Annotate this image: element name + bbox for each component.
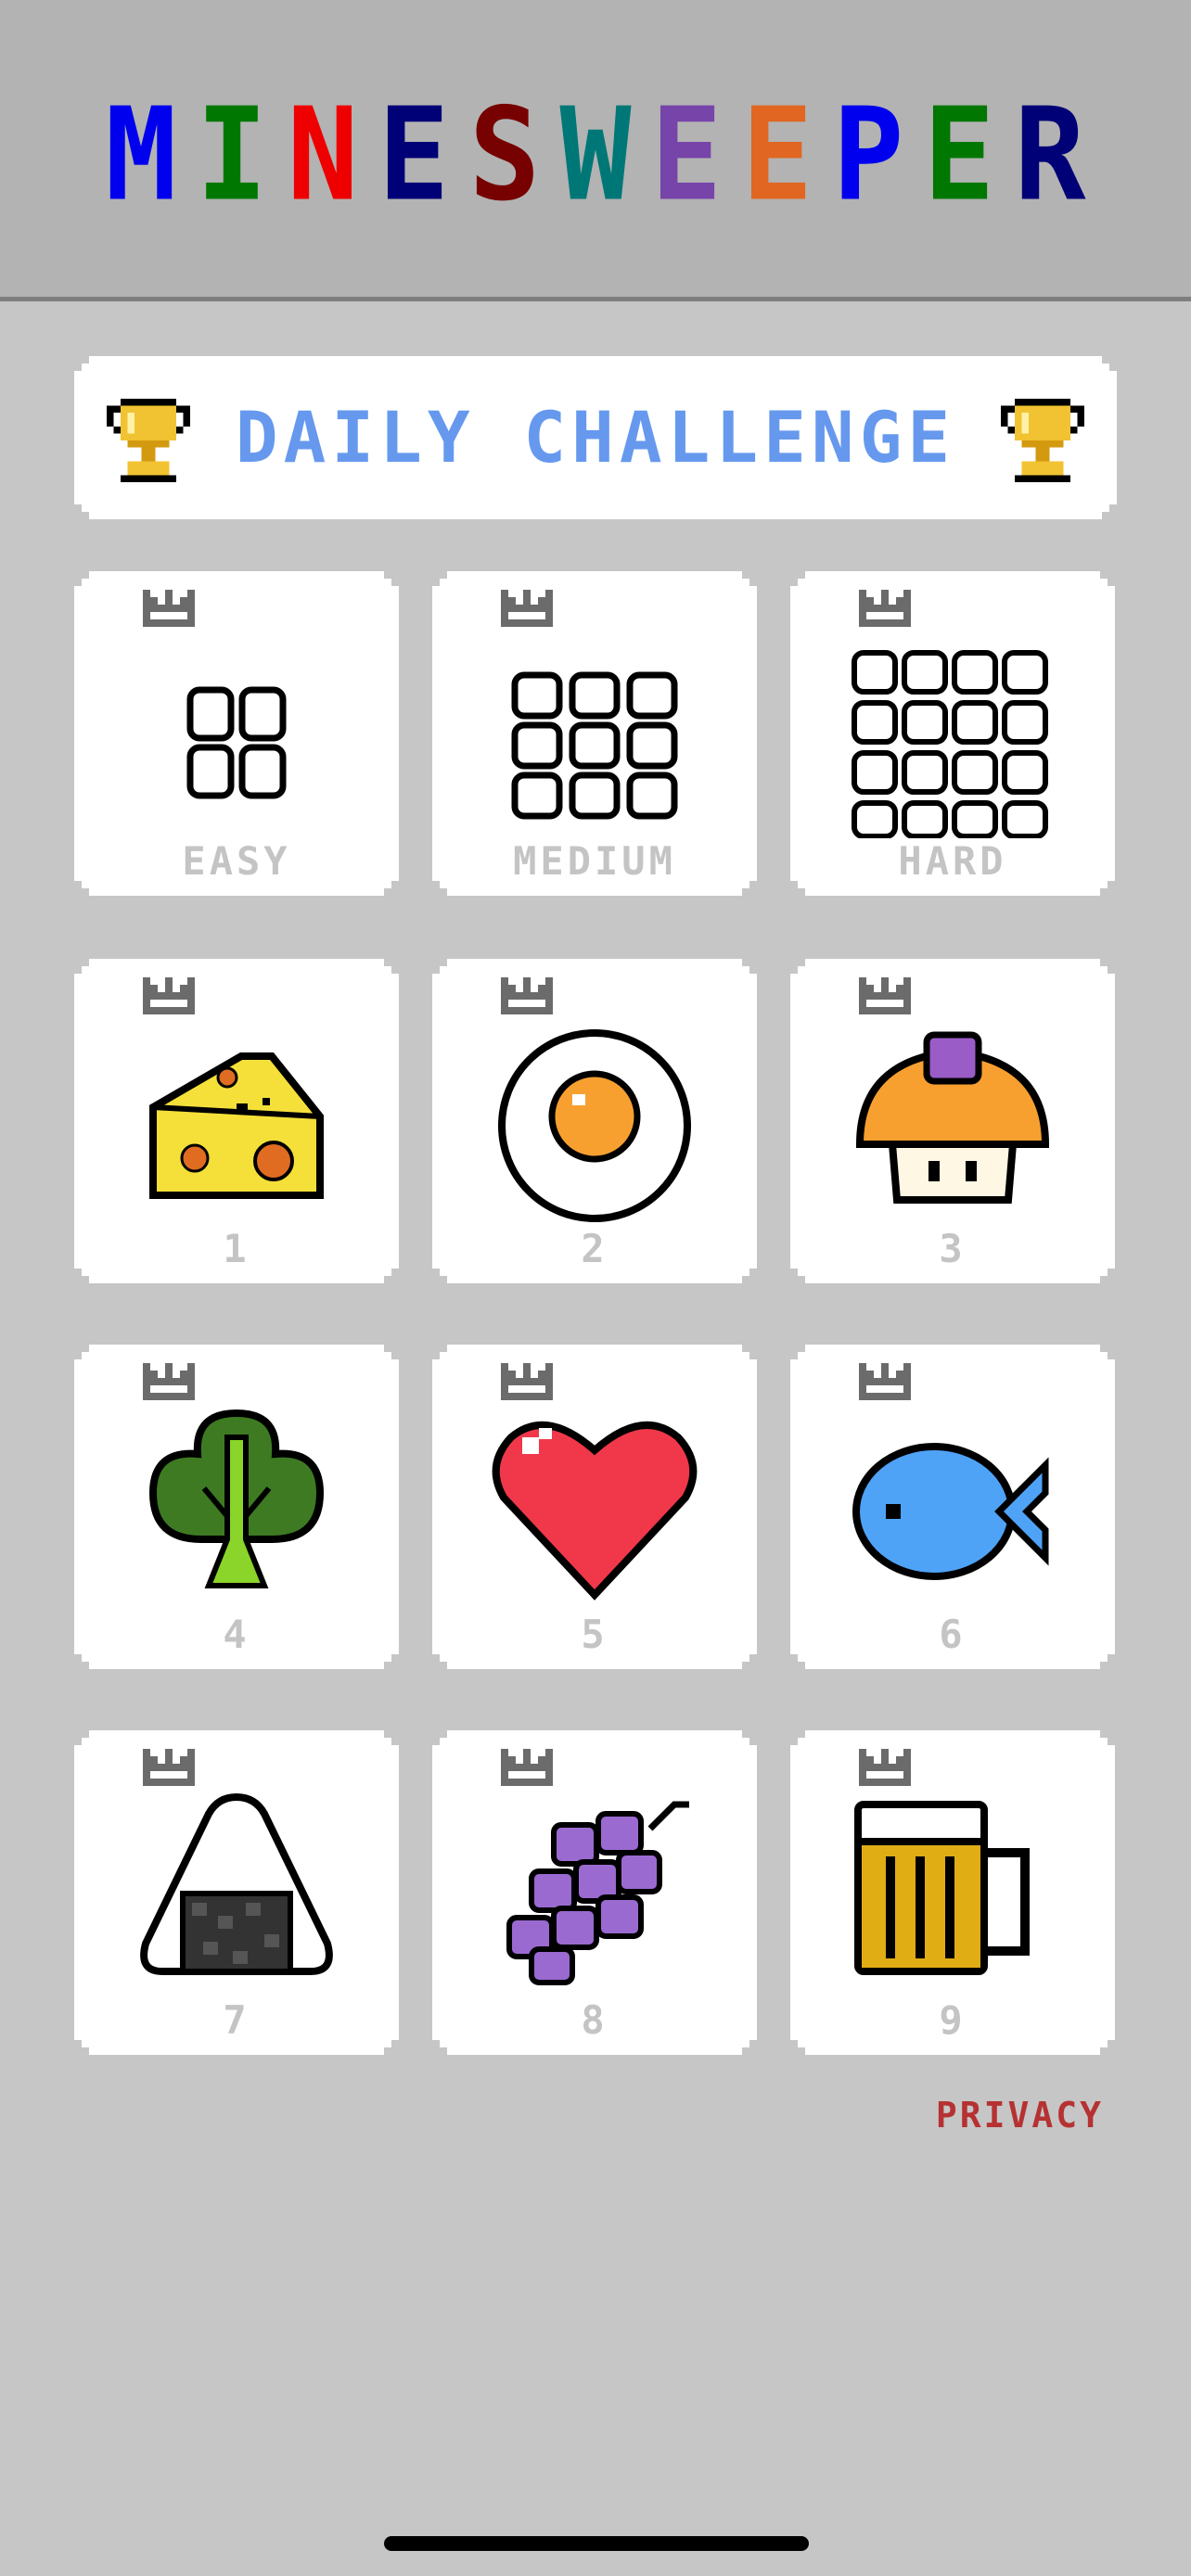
crown-icon [143,588,195,629]
beer-mug-icon [841,1786,1064,1997]
app-screen: M I N E S W E E P E R DAILY CHALLENGE EA… [0,0,1191,2576]
crown-icon [501,976,553,1016]
daily-challenge-button[interactable]: DAILY CHALLENGE [74,356,1117,519]
title-letter: E [923,81,995,230]
hard-mode-card[interactable]: HARD [790,571,1115,896]
title-letter: M [105,81,177,230]
level-card-7[interactable]: 7 [74,1730,399,2055]
crown-icon [859,1361,911,1402]
title-letter: I [196,81,268,230]
title-letter: S [468,81,541,230]
card-label: 1 [223,1226,250,1271]
crown-icon [143,1747,195,1788]
level-card-6[interactable]: 6 [790,1345,1115,1669]
medium-mode-card[interactable]: MEDIUM [432,571,757,896]
grid-2x2-icon [125,627,348,838]
onigiri-icon [125,1786,348,1997]
level-card-8[interactable]: 8 [432,1730,757,2055]
card-label: EASY [182,838,291,884]
trophy-icon [106,399,191,482]
card-label: 6 [939,1612,967,1657]
title-letter: R [1014,81,1086,230]
level-card-9[interactable]: 9 [790,1730,1115,2055]
crown-icon [501,588,553,629]
title-letter: P [832,81,904,230]
home-indicator[interactable] [384,2536,809,2551]
heart-icon [483,1400,706,1612]
cheese-icon [125,1014,348,1226]
grid-4x4-icon [841,627,1064,838]
broccoli-icon [125,1400,348,1612]
title-letter: E [650,81,723,230]
card-label: MEDIUM [513,838,676,884]
trophy-icon [1000,399,1085,482]
level-card-4[interactable]: 4 [74,1345,399,1669]
title-letter: E [741,81,813,230]
fried-egg-icon [483,1014,706,1226]
level-card-1[interactable]: 1 [74,959,399,1283]
card-label: 2 [581,1226,608,1271]
crown-icon [501,1361,553,1402]
level-card-2[interactable]: 2 [432,959,757,1283]
card-label: 5 [581,1612,608,1657]
title-letter: W [559,81,632,230]
header-bar: M I N E S W E E P E R [0,0,1191,301]
level-card-3[interactable]: 3 [790,959,1115,1283]
title-letter: N [287,81,359,230]
grid-3x3-icon [483,627,706,838]
crown-icon [859,588,911,629]
card-label: HARD [898,838,1007,884]
title-letter: E [378,81,450,230]
crown-icon [501,1747,553,1788]
easy-mode-card[interactable]: EASY [74,571,399,896]
grapes-icon [483,1786,706,1997]
card-label: 7 [223,1997,250,2043]
card-label: 9 [939,1997,967,2043]
fish-icon [841,1400,1064,1612]
privacy-link[interactable]: PRIVACY [872,2092,1104,2138]
card-label: 3 [939,1226,967,1271]
game-title: M I N E S W E E P E R [0,91,1191,219]
daily-challenge-label: DAILY CHALLENGE [235,396,956,478]
crown-icon [143,976,195,1016]
crown-icon [143,1361,195,1402]
crown-icon [859,1747,911,1788]
mushroom-icon [841,1014,1064,1226]
level-card-5[interactable]: 5 [432,1345,757,1669]
card-label: 4 [223,1612,250,1657]
crown-icon [859,976,911,1016]
card-label: 8 [581,1997,608,2043]
